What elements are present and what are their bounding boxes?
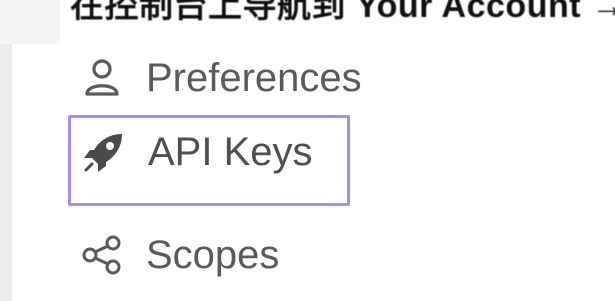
api-keys-highlight-box (68, 115, 350, 206)
user-icon (80, 56, 124, 100)
account-menu: Preferences API Keys Scopes (0, 44, 615, 301)
menu-left-border (0, 44, 12, 301)
top-instruction-strip: 在控制台上导航到 Your Account → API Keys (0, 0, 615, 44)
menu-item-label: Scopes (146, 232, 280, 277)
share-nodes-icon (80, 233, 124, 277)
top-left-shade (0, 0, 60, 44)
menu-item-preferences[interactable]: Preferences (80, 50, 362, 106)
instruction-text: 在控制台上导航到 Your Account → API Keys (70, 0, 615, 25)
menu-item-scopes[interactable]: Scopes (80, 227, 279, 283)
menu-item-label: Preferences (146, 55, 362, 100)
